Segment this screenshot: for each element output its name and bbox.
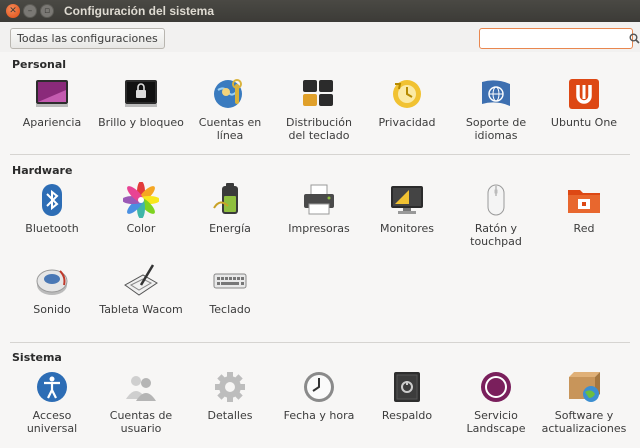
search-input[interactable] [484, 32, 629, 45]
clock-icon [304, 372, 334, 402]
power-icon [213, 183, 238, 214]
item-keyboard[interactable]: Teclado [187, 263, 273, 316]
item-label: Ratón y touchpad [470, 222, 522, 248]
backup-icon [394, 372, 420, 402]
privacy-icon [393, 80, 421, 108]
appearance-icon [36, 80, 68, 107]
item-label: Detalles [207, 409, 253, 422]
user-accounts-icon [126, 376, 156, 401]
item-label: Tableta Wacom [99, 303, 183, 316]
details-icon [215, 372, 245, 402]
item-mouse-touchpad[interactable]: Ratón y touchpad [453, 182, 539, 248]
color-icon [123, 182, 159, 218]
item-label: Distribución del teclado [286, 116, 352, 142]
keyboard-layout-icon [303, 80, 333, 106]
language-support-icon [482, 80, 510, 106]
network-icon [568, 190, 600, 213]
item-privacy[interactable]: Privacidad [364, 76, 450, 129]
keyboard-icon [213, 273, 247, 289]
printer-icon [304, 184, 334, 215]
item-label: Privacidad [378, 116, 436, 129]
search-box[interactable] [479, 28, 640, 49]
section-title-hardware: Hardware [12, 164, 73, 177]
maximize-window-button[interactable]: ▫ [40, 4, 54, 18]
search-icon[interactable] [629, 33, 640, 44]
brightness-lock-icon [125, 80, 157, 107]
section-title-system: Sistema [12, 351, 62, 364]
item-monitors[interactable]: Monitores [364, 182, 450, 235]
item-label: Apariencia [22, 116, 82, 129]
item-software-updates[interactable]: Software y actualizaciones [541, 369, 627, 435]
item-label: Brillo y bloqueo [98, 116, 184, 129]
monitor-icon [391, 186, 423, 214]
bluetooth-icon [42, 184, 62, 216]
item-ubuntu-one[interactable]: Ubuntu One [541, 76, 627, 129]
item-wacom-tablet[interactable]: Tableta Wacom [98, 263, 184, 316]
item-sound[interactable]: Sonido [9, 263, 95, 316]
item-landscape[interactable]: Servicio Landscape [453, 369, 539, 435]
item-label: Servicio Landscape [466, 409, 526, 435]
item-online-accounts[interactable]: Cuentas en línea [187, 76, 273, 142]
online-accounts-icon [214, 79, 242, 108]
all-settings-button[interactable]: Todas las configuraciones [10, 27, 165, 49]
item-label: Soporte de idiomas [465, 116, 527, 142]
item-bluetooth[interactable]: Bluetooth [9, 182, 95, 235]
item-label: Cuentas en línea [198, 116, 262, 142]
section-title-personal: Personal [12, 58, 67, 71]
item-backup[interactable]: Respaldo [364, 369, 450, 422]
item-user-accounts[interactable]: Cuentas de usuario [98, 369, 184, 435]
section-divider [10, 342, 630, 343]
window-title: Configuración del sistema [64, 4, 215, 18]
sound-icon [36, 269, 68, 295]
item-appearance[interactable]: Apariencia [9, 76, 95, 129]
software-updates-icon [569, 372, 600, 402]
landscape-icon [481, 372, 511, 402]
close-window-button[interactable]: ✕ [6, 4, 20, 18]
item-label: Cuentas de usuario [109, 409, 173, 435]
item-label: Acceso universal [26, 409, 78, 435]
item-language-support[interactable]: Soporte de idiomas [453, 76, 539, 142]
mouse-icon [487, 184, 505, 216]
item-brightness-lock[interactable]: Brillo y bloqueo [98, 76, 184, 129]
item-color[interactable]: Color [98, 182, 184, 235]
section-divider [10, 154, 630, 155]
item-label: Sonido [33, 303, 71, 316]
item-label: Bluetooth [25, 222, 79, 235]
item-label: Energía [209, 222, 251, 235]
settings-window: ✕ – ▫ Configuración del sistema Todas la… [0, 0, 640, 448]
toolbar: Todas las configuraciones [0, 22, 640, 50]
titlebar[interactable]: ✕ – ▫ Configuración del sistema [0, 0, 640, 22]
item-label: Software y actualizaciones [541, 409, 627, 435]
item-label: Ubuntu One [550, 116, 618, 129]
item-universal-access[interactable]: Acceso universal [9, 369, 95, 435]
item-date-time[interactable]: Fecha y hora [276, 369, 362, 422]
item-label: Respaldo [381, 409, 433, 422]
item-network[interactable]: Red [541, 182, 627, 235]
settings-panel: Personal Apariencia Brillo y bloqueo Cue… [0, 52, 640, 448]
minimize-window-button[interactable]: – [23, 4, 37, 18]
item-label: Monitores [379, 222, 435, 235]
wacom-tablet-icon [124, 264, 158, 296]
item-label: Red [573, 222, 595, 235]
item-keyboard-layout[interactable]: Distribución del teclado [276, 76, 362, 142]
item-details[interactable]: Detalles [187, 369, 273, 422]
item-label: Teclado [209, 303, 251, 316]
item-power[interactable]: Energía [187, 182, 273, 235]
item-label: Impresoras [288, 222, 350, 235]
item-printers[interactable]: Impresoras [276, 182, 362, 235]
item-label: Color [126, 222, 156, 235]
item-label: Fecha y hora [283, 409, 355, 422]
ubuntu-one-icon [569, 79, 599, 109]
universal-access-icon [37, 372, 67, 402]
